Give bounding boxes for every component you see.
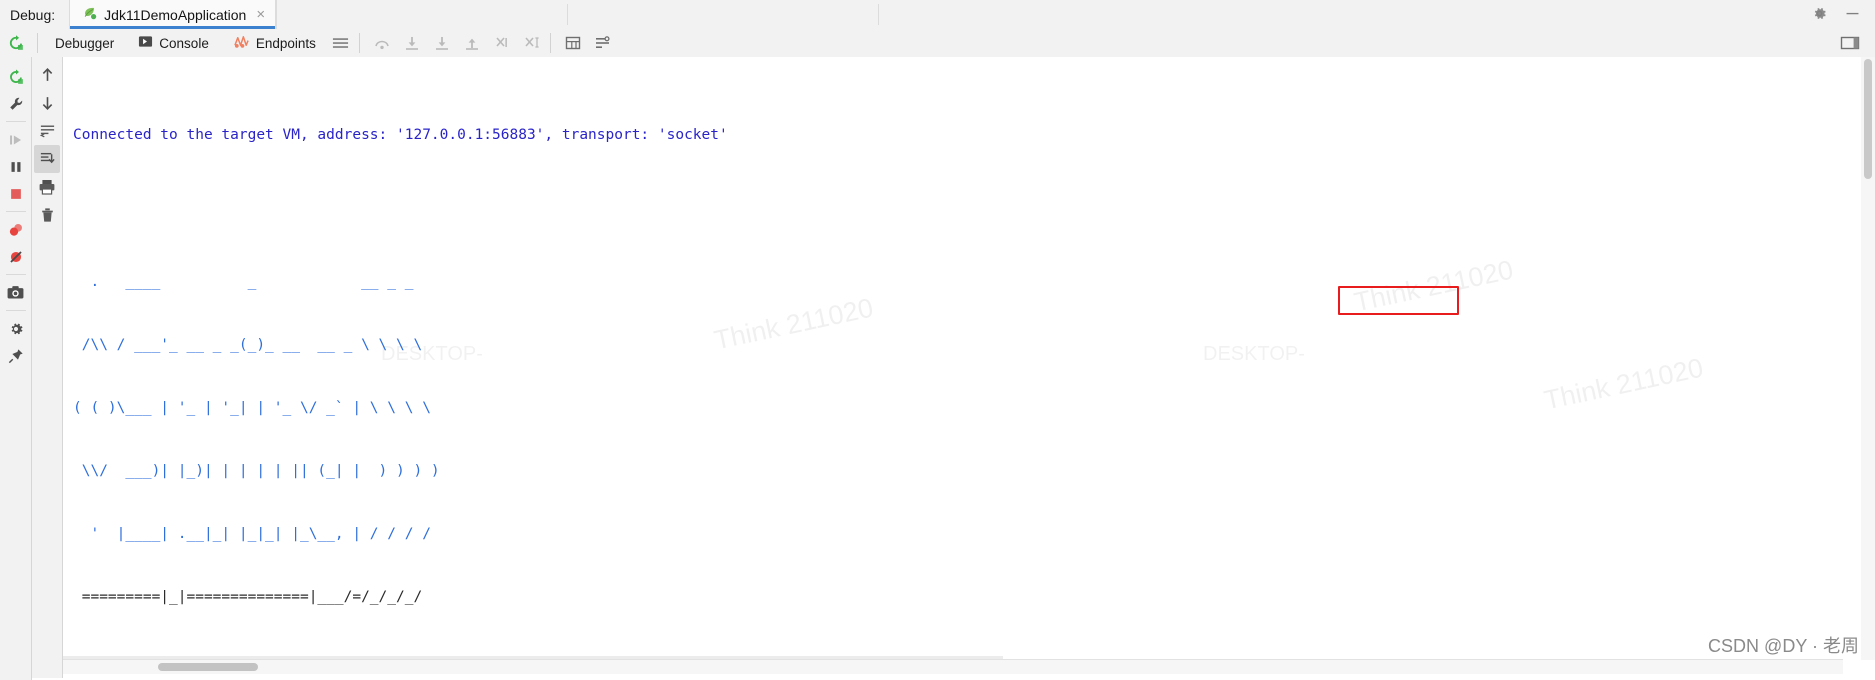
toolbar-divider-3: [549, 33, 551, 53]
mute-breakpoints-icon[interactable]: [3, 243, 29, 270]
spring-boot-app-icon: [82, 5, 98, 24]
vertical-scrollbar-thumb[interactable]: [1864, 59, 1872, 179]
tab-label: Jdk11DemoApplication: [104, 6, 247, 23]
debug-actions-sidebar: [0, 57, 32, 680]
spring-banner-line: \\/ ___)| |_)| | | | | || (_| | ) ) ) ): [73, 463, 440, 479]
rerun-icon[interactable]: [0, 34, 32, 52]
titlebar-gap-1: [276, 0, 567, 29]
sidebar-divider-4: [5, 310, 26, 311]
force-step-into-icon[interactable]: [429, 31, 455, 55]
minimize-icon[interactable]: [1844, 5, 1861, 25]
console-text: Connected to the target VM, address: '12…: [63, 57, 1875, 674]
step-actions-group: [365, 31, 545, 55]
spring-banner-line: /\\ / ___'_ __ _ _(_)_ __ __ _ \ \ \ \: [73, 337, 423, 353]
sidebar-divider-1: [5, 121, 26, 122]
rerun-icon[interactable]: [3, 63, 29, 90]
vertical-scrollbar[interactable]: [1861, 57, 1875, 660]
spring-banner-line: =========|_|==============|___/=/_/_/_/: [73, 589, 423, 605]
console-actions-sidebar: [32, 57, 63, 678]
clear-all-icon[interactable]: [34, 201, 60, 229]
step-over-icon[interactable]: [369, 31, 395, 55]
screenshot-icon[interactable]: [3, 279, 29, 306]
gear-icon[interactable]: [1811, 5, 1828, 25]
horizontal-scrollbar[interactable]: [63, 659, 1843, 674]
console-play-icon: [138, 34, 153, 52]
scroll-to-end-icon[interactable]: [34, 145, 60, 173]
tab-console-label: Console: [159, 35, 209, 51]
sidebar-divider-3: [5, 274, 26, 275]
spring-banner-line: ' |____| .__|_| |_|_| |_\__, | / / / /: [73, 526, 431, 542]
spring-banner-line: ( ( )\___ | '_ | '_| | '_ \/ _` | \ \ \ …: [73, 400, 431, 416]
console-output-panel[interactable]: Think 211020 Think 211020 Think 211020 D…: [63, 57, 1875, 674]
close-icon[interactable]: ×: [256, 6, 265, 23]
restore-layout-icon[interactable]: [1837, 31, 1863, 55]
toolbar-right-actions: [1837, 31, 1875, 55]
horizontal-scrollbar-thumb[interactable]: [158, 663, 258, 671]
debug-toolbar: Debugger Console Endpoints: [0, 29, 1875, 58]
evaluate-expression-icon[interactable]: [560, 31, 586, 55]
drop-frame-icon[interactable]: [489, 31, 515, 55]
pause-program-icon[interactable]: [3, 153, 29, 180]
csdn-watermark: CSDN @DY · 老周: [1708, 636, 1859, 656]
tab-debugger-label: Debugger: [55, 35, 115, 51]
pin-tab-icon[interactable]: [3, 342, 29, 369]
spring-banner-line: . ____ _ __ _ _: [73, 274, 414, 290]
titlebar-spacer: [879, 0, 1801, 29]
eval-group: [556, 31, 616, 55]
toolbar-divider-1: [37, 33, 38, 53]
print-icon[interactable]: [34, 173, 60, 201]
titlebar-gap-2: [568, 0, 878, 29]
run-configuration-tab[interactable]: Jdk11DemoApplication ×: [69, 0, 277, 29]
sidebar-divider-2: [5, 211, 26, 212]
tab-debugger[interactable]: Debugger: [43, 29, 126, 57]
endpoints-icon: [233, 34, 250, 52]
debug-tool-window: Debug: Jdk11DemoApplication × Debugger C…: [0, 0, 1875, 680]
toolbar-divider-2: [358, 33, 360, 53]
resume-program-icon[interactable]: [3, 126, 29, 153]
console-connect-line: Connected to the target VM, address: '12…: [73, 127, 728, 143]
debug-label: Debug:: [10, 6, 56, 23]
tab-endpoints[interactable]: Endpoints: [221, 29, 328, 57]
step-into-icon[interactable]: [399, 31, 425, 55]
settings-gear-icon[interactable]: [3, 315, 29, 342]
scroll-up-icon[interactable]: [34, 61, 60, 89]
step-out-icon[interactable]: [459, 31, 485, 55]
view-breakpoints-icon[interactable]: [3, 216, 29, 243]
wrench-settings-icon[interactable]: [3, 90, 29, 117]
hamburger-menu-icon[interactable]: [328, 31, 354, 55]
tab-endpoints-label: Endpoints: [255, 35, 316, 51]
tab-console[interactable]: Console: [126, 29, 221, 57]
titlebar-actions: [1801, 0, 1875, 29]
soft-wrap-icon[interactable]: [34, 117, 60, 145]
run-to-cursor-icon[interactable]: [519, 31, 545, 55]
stop-icon[interactable]: [3, 180, 29, 207]
settings-layout-icon[interactable]: [590, 31, 616, 55]
debug-titlebar: Debug: Jdk11DemoApplication ×: [0, 0, 1875, 30]
scroll-down-icon[interactable]: [34, 89, 60, 117]
